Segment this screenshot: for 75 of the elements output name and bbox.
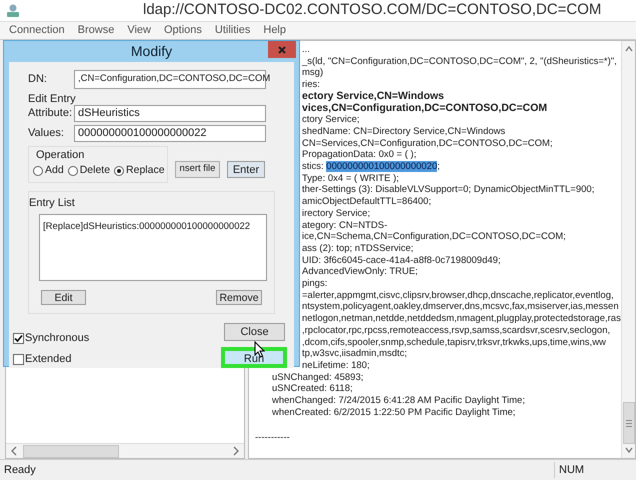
output-line: uSNCreated: 6118; (272, 383, 353, 396)
menu-item[interactable]: Utilities (214, 22, 250, 39)
output-line: CN=Services,CN=Configuration,DC=CONTOSO,DC=COM; (302, 138, 553, 150)
group-label: Entry List (29, 196, 75, 211)
close-icon (278, 46, 286, 54)
output-line: UID: 3f6c6045-cace-41a4-a8f8-0c7198009d49; (302, 254, 501, 266)
checkbox-label: Extended (25, 352, 72, 367)
dialog-title: Modify (130, 42, 172, 61)
output-line: ategory: CN=NTDS- (302, 220, 388, 232)
entry-list-item[interactable]: [Replace]dSHeuristics:000000000100000000022 (43, 220, 250, 234)
output-line: ntsystem,policyagent,oakley,dmserver,dns,mcsvc,fax,msiserver,ias,messen (302, 301, 619, 314)
output-line: pings: (302, 278, 328, 290)
scrollbar-thumb[interactable] (23, 444, 119, 458)
num-lock-indicator: NUM (554, 462, 624, 478)
output-line: ectory Service,CN=Windows (302, 90, 444, 103)
run-button[interactable]: Run (221, 347, 287, 368)
field-label: DN: (28, 72, 48, 87)
radio-label: Delete (80, 163, 110, 178)
separator-text: ----------- (255, 432, 290, 444)
output-line: ries: (302, 79, 320, 91)
attribute-field[interactable]: dSHeuristics (74, 105, 266, 122)
menu-item[interactable]: Options (164, 22, 202, 39)
output-line: ctory Service; (302, 114, 360, 126)
output-line: ass (2): top; nTDSService; (302, 242, 414, 255)
checkbox-label: Synchronous (25, 331, 90, 346)
close-button[interactable] (268, 41, 296, 58)
output-line: ice,CN=Schema,CN=Configuration,DC=CONTOSO,DC=COM; (302, 231, 566, 243)
close-dialog-button[interactable]: Close (224, 323, 285, 342)
radio-button[interactable] (114, 166, 124, 176)
status-text: Ready (4, 462, 36, 478)
vertical-scrollbar[interactable] (621, 41, 635, 458)
output-line: whenChanged: 7/24/2015 6:41:28 AM Pacific Daylight Time; (272, 395, 525, 407)
menu-item[interactable]: View (127, 22, 151, 39)
output-line: _s(ld, "CN=Configuration,DC=CONTOSO,DC=COM", 2, "(dSheuristics=*)", (302, 56, 617, 68)
output-line: whenCreated: 6/2/2015 1:22:50 PM Pacific Daylight Time; (272, 406, 516, 418)
output-line: tp,w3svc,iisadmin,msdtc; (302, 348, 408, 360)
remove-button[interactable]: Remove (216, 290, 262, 306)
output-line: ther-Settings (3): DisableVLVSupport=0; DynamicObjectMinTTL=900; (302, 184, 594, 196)
menu-item[interactable]: Browse (78, 22, 114, 39)
enter-button[interactable]: Enter (227, 160, 265, 178)
menu-item[interactable]: Connection (9, 22, 65, 39)
output-line: ,rpclocator,rpc,rpcss,remoteaccess,rsvp,samss,scardsvr,scesrv,seclogon, (302, 324, 610, 337)
output-line: ... (302, 44, 310, 56)
insert-file-button[interactable]: nsert file (175, 160, 220, 178)
output-line: shedName: CN=Directory Service,CN=Windows (302, 126, 506, 138)
edit-button[interactable]: Edit (41, 290, 86, 306)
horizontal-scrollbar[interactable] (6, 443, 244, 458)
output-line: PropagationData: 0x0 = ( ); (302, 149, 416, 162)
group-label: Operation (36, 148, 84, 162)
output-line: irectory Service; (302, 208, 370, 220)
output-line: =alerter,appmgmt,cisvc,clipsrv,browser,dhcp,dnscache,replicator,eventlog, (302, 290, 614, 302)
output-line: ,dcom,cifs,spooler,snmp,schedule,tapisrv,trksvr,trkwks,ups,time,wins,ww (302, 336, 606, 348)
scrollbar-thumb[interactable] (622, 402, 634, 444)
output-line: neLifetime: 180; (302, 360, 370, 372)
output-line: AdvancedViewOnly: TRUE; (302, 266, 418, 278)
output-line: amicObjectDefaultTTL=86400; (302, 196, 432, 208)
menu-item[interactable]: Help (263, 22, 286, 39)
radio-label: Replace (126, 163, 165, 178)
output-line: uSNChanged: 45893; (272, 372, 364, 384)
checkbox[interactable] (13, 354, 24, 364)
radio-button[interactable] (68, 166, 78, 176)
output-line: stics: 000000000100000000020; (302, 161, 440, 173)
field-label: Values: (28, 126, 65, 142)
field-label: Attribute: (28, 106, 72, 122)
output-line: netlogon,netman,netdde,netddedsm,nmagent,plugplay,protectedstorage,ras (302, 313, 621, 325)
output-line: msg) (302, 67, 324, 80)
window-title: ldap://CONTOSO-DC02.CONTOSO.COM/DC=CONTOSO,DC=COM (143, 0, 602, 20)
field-label: Edit Entry (28, 92, 76, 107)
radio-button[interactable] (33, 166, 43, 176)
app-icon (5, 2, 21, 18)
values-field[interactable]: 000000000100000000022 (74, 125, 266, 142)
output-line: vices,CN=Configuration,DC=CONTOSO,DC=COM (302, 102, 548, 114)
checkbox[interactable] (13, 333, 24, 344)
output-line: Type: 0x4 = ( WRITE ); (302, 172, 399, 184)
radio-label: Add (45, 163, 64, 178)
